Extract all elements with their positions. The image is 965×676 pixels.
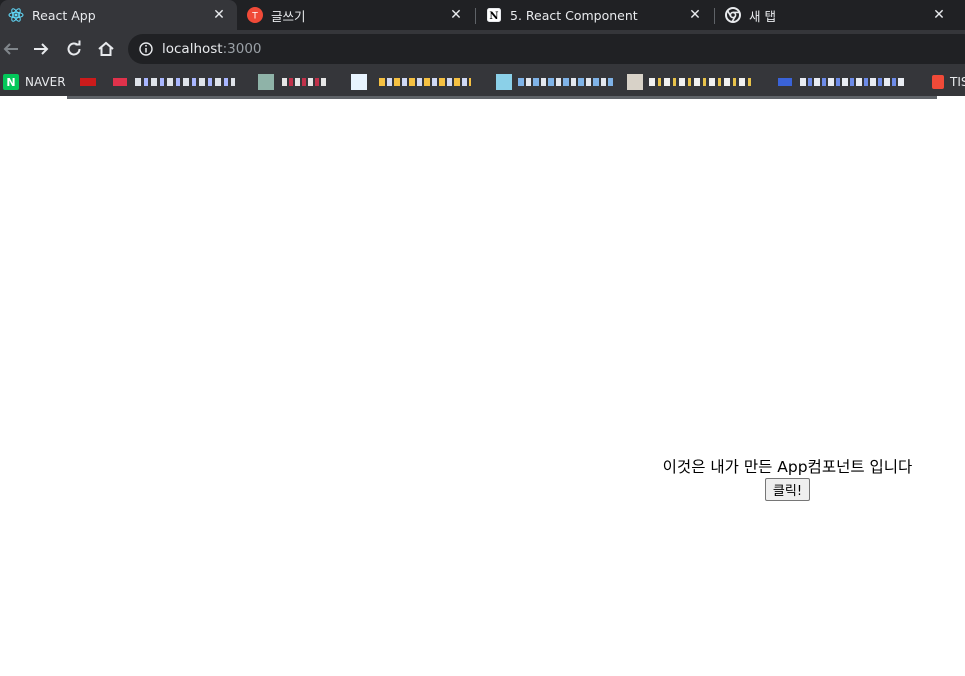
chrome-icon: [725, 7, 741, 23]
bookmark-item[interactable]: [496, 74, 616, 90]
forward-arrow-icon[interactable]: [30, 38, 52, 60]
bookmark-item[interactable]: [258, 74, 328, 90]
tab-separator: [475, 8, 476, 24]
tab-title: 5. React Component: [510, 7, 638, 23]
home-icon[interactable]: [95, 38, 117, 60]
bookmark-item[interactable]: [778, 74, 908, 90]
naver-icon: N: [3, 74, 19, 90]
bookmark-tistory[interactable]: TIS: [932, 74, 965, 90]
tab-react-app[interactable]: React App ✕: [0, 0, 237, 30]
tab-write[interactable]: T 글쓰기 ✕: [239, 0, 474, 30]
bookmark-label: TIS: [950, 75, 965, 89]
svg-text:T: T: [251, 12, 258, 22]
click-button[interactable]: 클릭!: [764, 478, 811, 501]
url-host: localhost: [162, 41, 223, 57]
tab-react-component[interactable]: N 5. React Component ✕: [478, 0, 713, 30]
tab-title: React App: [32, 7, 96, 23]
react-icon: [8, 7, 24, 23]
app-component: 이것은 내가 만든 App컴포넌트 입니다 클릭!: [610, 456, 965, 501]
close-icon[interactable]: ✕: [448, 7, 464, 23]
url-port: :3000: [222, 41, 262, 57]
address-bar[interactable]: localhost:3000: [128, 34, 965, 64]
tab-strip: React App ✕ T 글쓰기 ✕ N 5. React Component…: [0, 0, 965, 30]
reload-icon[interactable]: [63, 38, 85, 60]
tab-title: 새 탭: [749, 8, 776, 24]
browser-toolbar: localhost:3000: [0, 30, 965, 68]
tab-new-tab[interactable]: 새 탭 ✕: [717, 0, 957, 30]
bookmarks-bar: N NAVER TIS: [0, 68, 965, 96]
bookmark-naver[interactable]: N NAVER: [3, 74, 66, 90]
tab-title: 글쓰기: [271, 8, 306, 24]
app-text: 이것은 내가 만든 App컴포넌트 입니다: [662, 458, 913, 476]
info-icon[interactable]: [138, 41, 154, 57]
bookmark-item[interactable]: [351, 74, 476, 90]
back-arrow-icon[interactable]: [0, 38, 22, 60]
close-icon[interactable]: ✕: [931, 7, 947, 23]
close-icon[interactable]: ✕: [211, 7, 227, 23]
tistory-icon: [932, 75, 944, 89]
bookmark-item[interactable]: [113, 74, 238, 90]
close-icon[interactable]: ✕: [687, 7, 703, 23]
tab-separator: [714, 8, 715, 24]
notion-icon: N: [486, 7, 502, 23]
tistory-icon: T: [247, 7, 263, 23]
bookmarks-scrollbar[interactable]: [67, 96, 937, 99]
bookmark-label: NAVER: [25, 75, 66, 89]
svg-text:N: N: [489, 11, 498, 22]
bookmark-item[interactable]: [627, 74, 757, 90]
bookmark-item[interactable]: [80, 74, 98, 90]
